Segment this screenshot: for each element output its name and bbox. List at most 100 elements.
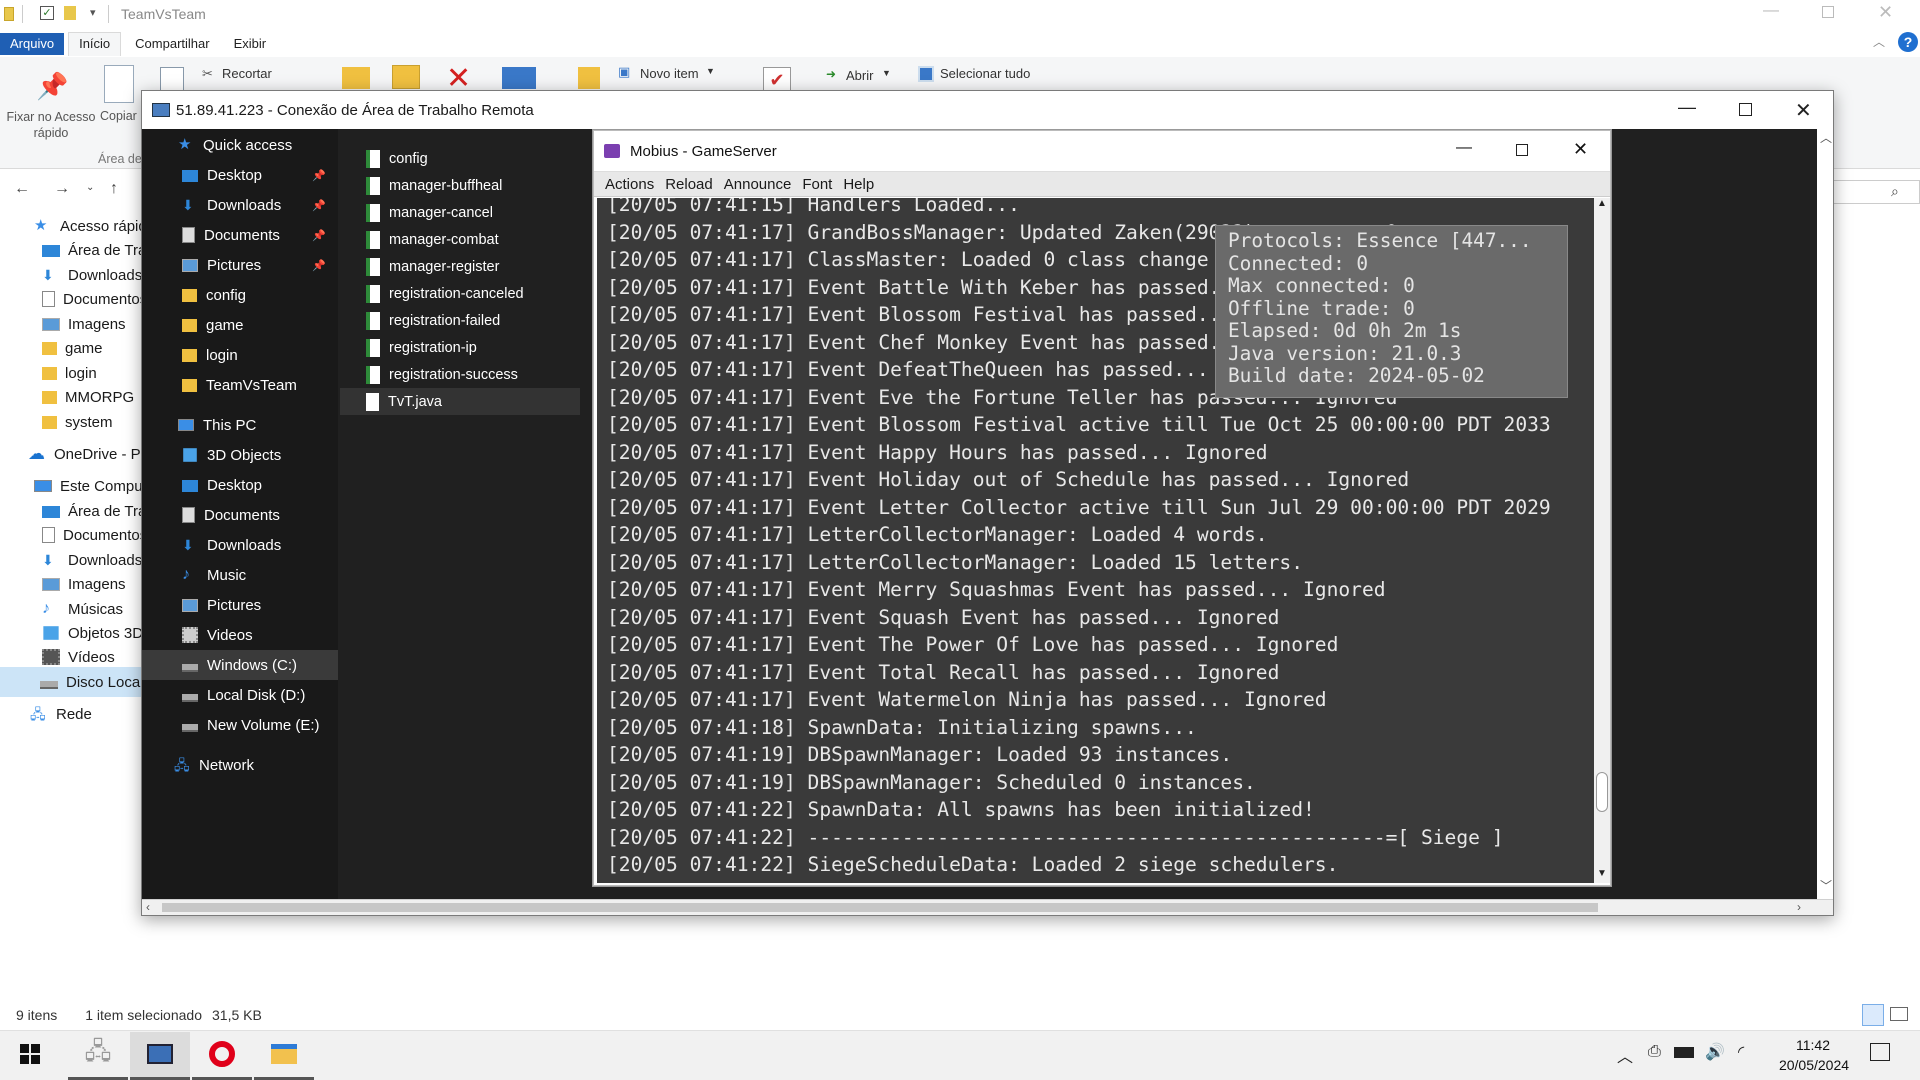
cut-label[interactable]: Recortar [222, 66, 272, 81]
remote-nav-item[interactable]: Desktop 📌 [142, 160, 338, 190]
tab-inicio[interactable]: Início [68, 31, 122, 56]
scroll-down-icon[interactable]: ▼ [1597, 868, 1607, 879]
collapse-ribbon-icon[interactable]: ︿ [1873, 33, 1885, 50]
new-item-label[interactable]: Novo item [640, 66, 699, 81]
rename-icon[interactable] [502, 67, 536, 89]
new-item-dropdown-icon[interactable]: ▼ [706, 66, 715, 76]
remote-nav-item[interactable]: ♪ Music [142, 560, 338, 590]
remote-nav-item[interactable]: New Volume (E:) [142, 710, 338, 740]
wifi-icon[interactable]: ◜ [1738, 1042, 1744, 1062]
taskbar-file-explorer[interactable] [254, 1032, 314, 1080]
menu-announce[interactable]: Announce [724, 176, 792, 193]
rdp-vertical-scrollbar[interactable]: ︿ ﹀ [1817, 129, 1833, 899]
remote-nav-item[interactable]: Documents [142, 500, 338, 530]
remote-nav-item[interactable]: Desktop [142, 470, 338, 500]
minimize-icon[interactable]: — [1763, 2, 1779, 20]
tab-exibir[interactable]: Exibir [224, 33, 277, 55]
meet-now-icon[interactable]: ⎙ [1648, 1043, 1661, 1061]
forward-icon[interactable]: → [54, 180, 70, 198]
minimize-icon[interactable]: — [1678, 97, 1696, 118]
scroll-down-icon[interactable]: ﹀ [1820, 877, 1832, 894]
scroll-thumb[interactable] [1596, 772, 1608, 812]
maximize-icon[interactable] [1516, 144, 1528, 156]
menu-font[interactable]: Font [802, 176, 832, 193]
file-row[interactable]: registration-canceled [340, 280, 580, 307]
pin-icon[interactable]: 📌 [312, 199, 326, 212]
select-all-icon[interactable] [918, 66, 934, 82]
sidebar-item[interactable]: Disco Local (C:) [0, 667, 142, 697]
new-folder-icon[interactable] [64, 6, 76, 20]
open-icon[interactable]: ➜ [826, 67, 836, 81]
back-icon[interactable]: ← [14, 180, 30, 198]
tab-compartilhar[interactable]: Compartilhar [125, 33, 219, 55]
taskbar-network-app[interactable]: 🖧 [68, 1032, 128, 1080]
remote-nav-item[interactable]: Windows (C:) [142, 650, 338, 680]
maximize-icon[interactable] [1739, 103, 1752, 116]
remote-nav-item[interactable]: ★ Quick access [142, 130, 338, 160]
pin-quick-access-label[interactable]: Fixar no Acesso rápido [6, 109, 96, 141]
console-scrollbar[interactable]: ▲ ▼ [1594, 198, 1610, 883]
remote-nav-item[interactable]: config [142, 280, 338, 310]
clock-time[interactable]: 11:42 [1787, 1037, 1839, 1053]
move-to-icon[interactable] [342, 67, 370, 89]
tab-arquivo[interactable]: Arquivo [0, 32, 65, 55]
remote-nav-item[interactable]: game [142, 310, 338, 340]
scroll-thumb[interactable] [162, 903, 1598, 912]
select-all-label[interactable]: Selecionar tudo [940, 66, 1030, 81]
close-icon[interactable]: ✕ [1573, 139, 1588, 160]
menu-reload[interactable]: Reload [665, 176, 713, 193]
large-icons-view-icon[interactable] [1890, 1007, 1908, 1021]
taskbar-opera[interactable] [192, 1032, 252, 1080]
remote-nav-item[interactable]: This PC [142, 410, 338, 440]
sidebar-item[interactable]: system [0, 407, 142, 437]
pin-icon[interactable]: 📌 [36, 71, 68, 102]
menu-help[interactable]: Help [843, 176, 874, 193]
volume-icon[interactable]: 🔊 [1705, 1042, 1725, 1062]
copy-icon[interactable] [104, 65, 134, 103]
remote-nav-item[interactable]: login [142, 340, 338, 370]
remote-nav-item[interactable]: Videos [142, 620, 338, 650]
copy-to-icon[interactable] [392, 65, 420, 89]
file-row[interactable]: config [340, 145, 580, 172]
quick-access-dropdown-icon[interactable]: ▾ [90, 6, 96, 19]
details-view-icon[interactable] [1862, 1004, 1884, 1026]
open-dropdown-icon[interactable]: ▼ [882, 68, 891, 78]
remote-nav-item[interactable]: Local Disk (D:) [142, 680, 338, 710]
open-label[interactable]: Abrir [846, 68, 873, 83]
minimize-icon[interactable]: — [1456, 139, 1472, 157]
pin-icon[interactable]: 📌 [312, 229, 326, 242]
remote-nav-item[interactable]: ⬇ Downloads [142, 530, 338, 560]
remote-nav-item[interactable]: Pictures 📌 [142, 250, 338, 280]
help-icon[interactable]: ? [1898, 32, 1918, 52]
clock-date[interactable]: 20/05/2024 [1764, 1057, 1864, 1073]
scroll-up-icon[interactable]: ▲ [1597, 198, 1607, 209]
pin-icon[interactable]: 📌 [312, 169, 326, 182]
up-icon[interactable]: ↑ [110, 180, 118, 198]
show-hidden-icons-icon[interactable]: ︿ [1617, 1043, 1633, 1067]
notification-icon[interactable] [1870, 1043, 1890, 1061]
file-row[interactable]: manager-combat [340, 226, 580, 253]
scroll-right-icon[interactable]: › [1797, 900, 1801, 914]
file-row[interactable]: registration-failed [340, 307, 580, 334]
remote-nav-item[interactable]: ⬇ Downloads 📌 [142, 190, 338, 220]
scroll-up-icon[interactable]: ︿ [1820, 129, 1832, 146]
search-icon[interactable]: ⌕ [1891, 183, 1899, 200]
file-row[interactable]: manager-register [340, 253, 580, 280]
rdp-horizontal-scrollbar[interactable]: ‹ › [142, 899, 1833, 915]
recent-dropdown-icon[interactable]: ⌄ [86, 182, 94, 193]
restore-icon[interactable] [1822, 6, 1834, 18]
sidebar-item[interactable]: ☁ OneDrive - Personal [0, 439, 142, 469]
remote-nav-item[interactable]: 3D Objects [142, 440, 338, 470]
search-input[interactable]: ⌕ [1830, 180, 1920, 204]
remote-nav-item[interactable]: TeamVsTeam [142, 370, 338, 400]
sidebar-item[interactable]: 🖧 Rede [0, 699, 142, 729]
scroll-left-icon[interactable]: ‹ [146, 900, 150, 914]
taskbar-remote-desktop[interactable] [130, 1031, 190, 1080]
remote-nav-item[interactable]: Pictures [142, 590, 338, 620]
menu-actions[interactable]: Actions [605, 176, 654, 193]
new-folder-ribbon-icon[interactable] [578, 67, 600, 89]
close-icon[interactable]: ✕ [1878, 2, 1893, 23]
remote-nav-item[interactable]: 🖧 Network [142, 750, 338, 780]
properties-icon[interactable]: ✓ [40, 6, 54, 20]
close-icon[interactable]: ✕ [1795, 98, 1812, 123]
